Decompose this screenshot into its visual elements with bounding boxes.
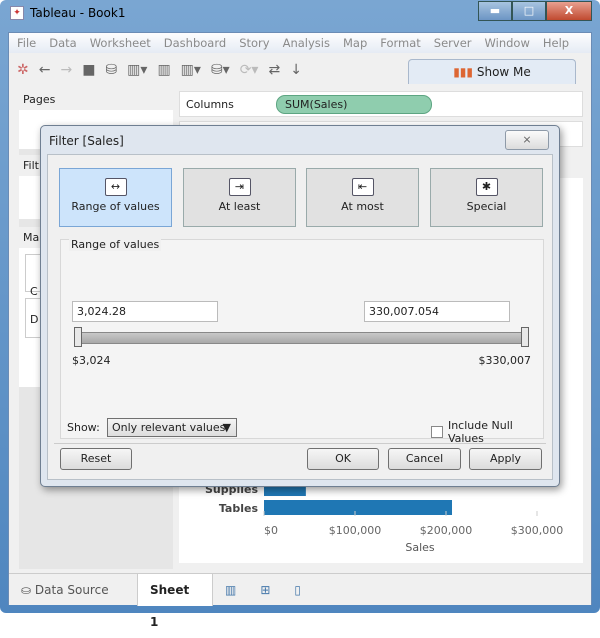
sheet-tab[interactable]: Sheet 1 [137, 573, 213, 629]
menu-dashboard[interactable]: Dashboard [164, 33, 226, 53]
database-icon: ⛀ [21, 582, 32, 597]
bar [264, 500, 453, 515]
duplicate-sheet-icon[interactable]: ▥ [157, 62, 170, 78]
tick-label: $200,000 [420, 524, 473, 537]
window-title: Tableau - Book1 [30, 6, 126, 20]
menu-map[interactable]: Map [343, 33, 367, 53]
ok-button[interactable]: OK [307, 448, 379, 470]
mode-label: Range of values [71, 200, 160, 213]
dialog-body: ↔ Range of values ⇥ At least ⇤ At most ✱ Specia… [47, 154, 553, 480]
swap-icon[interactable]: ⇄ [268, 62, 280, 78]
mode-icon: ↔ [104, 178, 127, 196]
menu-story[interactable]: Story [239, 33, 269, 53]
menu-format[interactable]: Format [380, 33, 421, 53]
new-story-icon[interactable]: ▯ [282, 574, 313, 606]
mode-icon: ✱ [475, 178, 498, 196]
close-button[interactable]: X [546, 1, 592, 21]
mode-range-of-values-button[interactable]: ↔ Range of values [59, 168, 172, 227]
x-axis-label: Sales [405, 541, 435, 554]
max-label: $330,007 [478, 354, 532, 367]
back-icon[interactable]: ← [39, 62, 51, 78]
min-value-input[interactable]: 3,024.28 [72, 301, 218, 322]
menu-help[interactable]: Help [543, 33, 569, 53]
max-value-input[interactable]: 330,007.054 [364, 301, 510, 322]
columns-label: Columns [186, 98, 234, 111]
tick-label: $300,000 [511, 524, 564, 537]
datasource-menu-icon[interactable]: ⛁▾ [211, 62, 230, 78]
new-datasource-icon[interactable]: ⛁ [105, 62, 117, 78]
apply-button[interactable]: Apply [469, 448, 542, 470]
menu-file[interactable]: File [17, 33, 36, 53]
columns-shelf[interactable]: Columns SUM(Sales) [179, 91, 583, 117]
dropdown-arrow-icon: ▼ [222, 421, 231, 434]
min-slider-handle[interactable] [74, 327, 82, 347]
mode-label: At least [218, 200, 261, 213]
dialog-close-button[interactable]: ⨯ [505, 130, 549, 150]
new-dashboard-icon[interactable]: ⊞ [248, 574, 282, 606]
menu-analysis[interactable]: Analysis [283, 33, 330, 53]
mode-at-least-button[interactable]: ⇥ At least [183, 168, 296, 227]
save-icon[interactable]: ■ [82, 62, 95, 78]
tick-label: $0 [264, 524, 278, 537]
show-label: Show: [67, 421, 100, 434]
reset-button[interactable]: Reset [60, 448, 132, 470]
dialog-title: Filter [Sales] [49, 134, 124, 148]
mode-label: At most [341, 200, 384, 213]
clear-sheet-icon[interactable]: ▥▾ [181, 62, 201, 78]
chart-icon: ▮▮▮ [453, 65, 474, 79]
sort-icon[interactable]: ↓ [290, 62, 302, 78]
forward-icon[interactable]: → [60, 62, 72, 78]
sheet-tabs-bar: ⛀ Data Source Sheet 1 ▥ ⊞ ▯ [9, 573, 591, 629]
new-worksheet-icon[interactable]: ▥ [213, 574, 248, 606]
show-dropdown[interactable]: Only relevant values ▼ [107, 418, 237, 437]
filter-dialog: Filter [Sales] ⨯ ↔ Range of values ⇥ At lea… [40, 125, 560, 487]
range-slider-track[interactable] [77, 332, 527, 344]
min-label: $3,024 [72, 354, 111, 367]
tableau-icon: ✦ [10, 6, 24, 20]
new-sheet-icon[interactable]: ▥▾ [127, 62, 147, 78]
include-null-checkbox[interactable] [431, 426, 443, 438]
mode-special-button[interactable]: ✱ Special [430, 168, 543, 227]
sum-sales-pill[interactable]: SUM(Sales) [276, 95, 432, 114]
max-slider-handle[interactable] [521, 327, 529, 347]
mode-icon: ⇤ [351, 178, 374, 196]
menu-worksheet[interactable]: Worksheet [90, 33, 151, 53]
data-source-tab[interactable]: ⛀ Data Source [9, 574, 137, 606]
maximize-button[interactable]: □ [512, 1, 546, 21]
menu-bar: File Data Worksheet Dashboard Story Analysis M… [9, 33, 591, 53]
mode-icon: ⇥ [228, 178, 251, 196]
show-me-button[interactable]: ▮▮▮ Show Me [408, 59, 576, 84]
cancel-button[interactable]: Cancel [388, 448, 461, 470]
pages-header: Pages [19, 89, 173, 110]
tableau-logo-icon[interactable]: ✲ [17, 62, 29, 78]
include-null-label: Include Null Values [447, 419, 513, 445]
menu-server[interactable]: Server [434, 33, 472, 53]
group-label: Range of values [69, 238, 162, 251]
menu-data[interactable]: Data [49, 33, 76, 53]
category-label: Tables [219, 502, 259, 515]
range-group: Range of values 3,024.28 330,007.054 $3,… [60, 238, 544, 439]
menu-window[interactable]: Window [485, 33, 530, 53]
minimize-button[interactable]: ▬ [478, 1, 512, 21]
tick-label: $100,000 [329, 524, 382, 537]
mode-at-most-button[interactable]: ⇤ At most [306, 168, 419, 227]
mode-label: Special [466, 200, 507, 213]
title-bar: ✦ Tableau - Book1 [10, 6, 125, 20]
refresh-icon[interactable]: ⟳▾ [240, 62, 259, 78]
